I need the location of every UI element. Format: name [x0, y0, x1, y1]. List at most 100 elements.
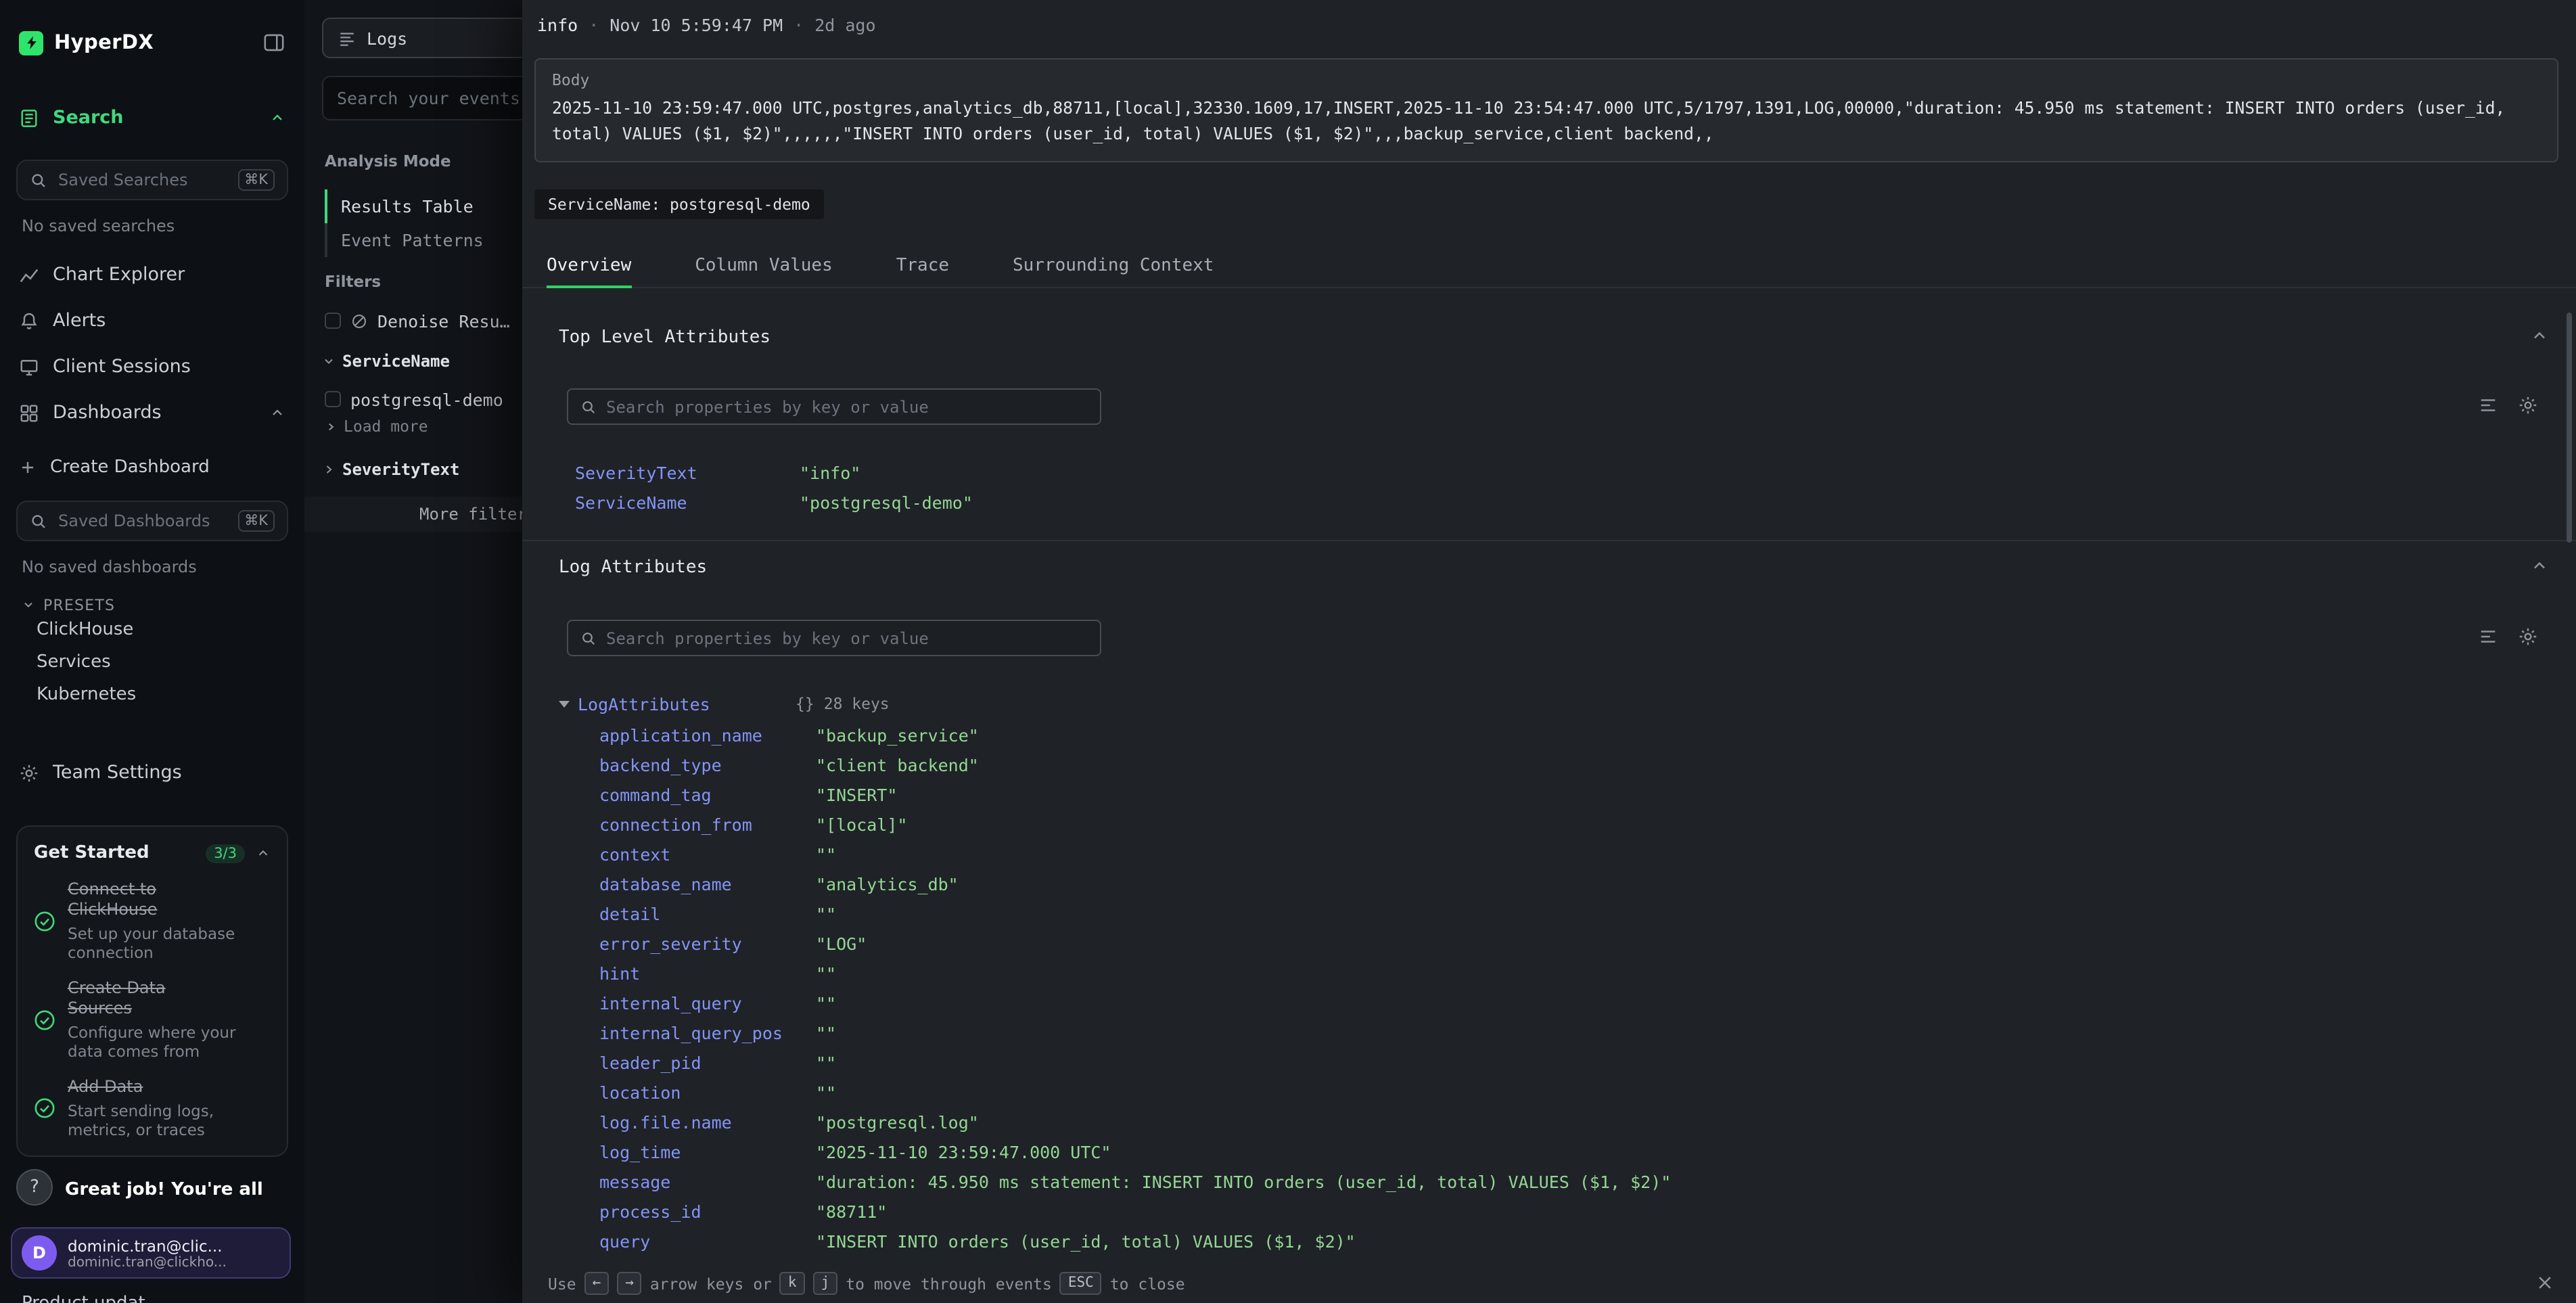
collapse-sidebar-icon[interactable]: [262, 31, 285, 54]
tab-column-values[interactable]: Column Values: [695, 246, 833, 287]
preset-services[interactable]: Services: [0, 647, 304, 679]
log-attributes-toggle[interactable]: LogAttributes: [559, 693, 796, 714]
attribute-key[interactable]: process_id: [599, 1201, 816, 1221]
attribute-key[interactable]: detail: [599, 903, 816, 923]
attribute-value[interactable]: "postgresql.log": [816, 1112, 979, 1132]
attribute-value[interactable]: "": [816, 1052, 836, 1072]
tab-surrounding-context[interactable]: Surrounding Context: [1013, 246, 1214, 287]
attribute-key[interactable]: query: [599, 1231, 816, 1251]
facet-severitytext-toggle[interactable]: SeverityText: [322, 459, 459, 480]
attribute-value[interactable]: "88711": [816, 1201, 887, 1221]
attribute-key[interactable]: error_severity: [599, 933, 816, 953]
attribute-value[interactable]: "client backend": [816, 754, 979, 775]
collapse-section-icon[interactable]: [2530, 556, 2549, 575]
attribute-value[interactable]: "[local]": [816, 814, 907, 834]
source-selector-button[interactable]: Logs: [322, 18, 528, 58]
gear-icon[interactable]: [2518, 626, 2538, 647]
attribute-key[interactable]: context: [599, 844, 816, 864]
attribute-key[interactable]: leader_pid: [599, 1052, 816, 1072]
attribute-value[interactable]: "INSERT INTO orders (user_id, total) VAL…: [816, 1231, 1356, 1251]
denoise-checkbox[interactable]: [325, 313, 341, 329]
log-attributes-search-input[interactable]: [606, 628, 1088, 647]
attribute-key[interactable]: database_name: [599, 873, 816, 894]
attribute-key[interactable]: connection_from: [599, 814, 816, 834]
sidebar-item-search[interactable]: Search: [0, 95, 304, 141]
create-dashboard-button[interactable]: Create Dashboard: [0, 444, 304, 490]
help-button[interactable]: ?: [16, 1169, 53, 1206]
attribute-value[interactable]: "analytics_db": [816, 873, 959, 894]
get-started-card: Get Started 3/3 Connect to ClickHouse Se…: [16, 825, 288, 1157]
log-attribute-row: log.file.name"postgresql.log": [599, 1107, 979, 1137]
attribute-value[interactable]: "info": [800, 462, 860, 482]
attribute-value[interactable]: "": [816, 1082, 836, 1102]
top-level-attribute-row: SeverityText "info": [575, 457, 860, 487]
top-level-search-input[interactable]: [606, 397, 1088, 416]
attribute-key[interactable]: SeverityText: [575, 462, 800, 482]
denoise-filter[interactable]: Denoise Results: [325, 308, 511, 333]
close-icon[interactable]: [2535, 1273, 2554, 1292]
tab-overview[interactable]: Overview: [547, 246, 631, 287]
attribute-value[interactable]: "backup_service": [816, 725, 979, 745]
attribute-key[interactable]: hint: [599, 963, 816, 983]
list-options-icon[interactable]: [2479, 395, 2499, 415]
sidebar-item-chart-explorer[interactable]: Chart Explorer: [0, 252, 304, 298]
user-email: dominic.tran@clickho...: [68, 1255, 227, 1270]
sidebar-item-team-settings[interactable]: Team Settings: [0, 750, 304, 796]
load-more-label: Load more: [344, 417, 428, 436]
facet-servicename-toggle[interactable]: ServiceName: [322, 350, 450, 372]
preset-clickhouse[interactable]: ClickHouse: [0, 614, 304, 647]
preset-kubernetes[interactable]: Kubernetes: [0, 679, 304, 712]
get-started-item[interactable]: Create Data Sources Configure where your…: [34, 978, 271, 1061]
sidebar-item-alerts[interactable]: Alerts: [0, 298, 304, 344]
sidebar-item-label: Search: [53, 107, 256, 129]
attribute-key[interactable]: internal_query_pos: [599, 1022, 816, 1043]
saved-searches-input[interactable]: Saved Searches ⌘K: [16, 160, 288, 200]
attribute-key[interactable]: backend_type: [599, 754, 816, 775]
event-age: 2d ago: [814, 15, 875, 35]
attribute-value[interactable]: "": [816, 844, 836, 864]
log-attribute-row: command_tag"INSERT": [599, 779, 897, 809]
attribute-key[interactable]: log_time: [599, 1141, 816, 1162]
get-started-item[interactable]: Connect to ClickHouse Set up your databa…: [34, 879, 271, 962]
service-value-filter[interactable]: postgresql-demo: [325, 387, 503, 411]
get-started-item-title: Connect to ClickHouse: [68, 879, 227, 920]
log-attribute-row: location"": [599, 1077, 836, 1107]
presets-toggle[interactable]: PRESETS: [22, 595, 283, 614]
attribute-value[interactable]: "LOG": [816, 933, 867, 953]
collapse-section-icon[interactable]: [2530, 326, 2549, 345]
attribute-value[interactable]: "": [816, 992, 836, 1013]
attribute-key[interactable]: application_name: [599, 725, 816, 745]
triangle-down-icon: [559, 700, 570, 707]
get-started-header[interactable]: Get Started 3/3: [34, 843, 271, 863]
get-started-item[interactable]: Add Data Start sending logs, metrics, or…: [34, 1077, 271, 1139]
attribute-key[interactable]: ServiceName: [575, 492, 800, 512]
attribute-value[interactable]: "": [816, 963, 836, 983]
user-menu[interactable]: D dominic.tran@clic... dominic.tran@clic…: [11, 1227, 291, 1279]
log-attribute-row: query"INSERT INTO orders (user_id, total…: [599, 1226, 1356, 1256]
list-options-icon[interactable]: [2479, 626, 2499, 647]
attribute-value[interactable]: "postgresql-demo": [800, 492, 973, 512]
attribute-key[interactable]: message: [599, 1171, 816, 1191]
load-more-button[interactable]: Load more: [325, 417, 428, 436]
scrollbar-thumb[interactable]: [2567, 313, 2572, 543]
attribute-key[interactable]: location: [599, 1082, 816, 1102]
body-text[interactable]: 2025-11-10 23:59:47.000 UTC,postgres,ana…: [552, 96, 2541, 147]
service-name-chip[interactable]: ServiceName: postgresql-demo: [534, 189, 824, 219]
sidebar-item-dashboards[interactable]: Dashboards: [0, 390, 304, 436]
attribute-key[interactable]: internal_query: [599, 992, 816, 1013]
sidebar-item-client-sessions[interactable]: Client Sessions: [0, 344, 304, 390]
attribute-key[interactable]: log.file.name: [599, 1112, 816, 1132]
attribute-value[interactable]: "duration: 45.950 ms statement: INSERT I…: [816, 1171, 1671, 1191]
search-icon: [30, 171, 47, 189]
analysis-mode-label: Analysis Mode: [325, 152, 451, 170]
gear-icon[interactable]: [2518, 395, 2538, 415]
attribute-value[interactable]: "INSERT": [816, 784, 897, 804]
attribute-value[interactable]: "": [816, 1022, 836, 1043]
attribute-value[interactable]: "": [816, 903, 836, 923]
tab-trace[interactable]: Trace: [896, 246, 949, 287]
separator-dot: ·: [589, 15, 599, 35]
saved-dashboards-input[interactable]: Saved Dashboards ⌘K: [16, 501, 288, 541]
attribute-key[interactable]: command_tag: [599, 784, 816, 804]
attribute-value[interactable]: "2025-11-10 23:59:47.000 UTC": [816, 1141, 1111, 1162]
service-checkbox[interactable]: [325, 391, 341, 407]
